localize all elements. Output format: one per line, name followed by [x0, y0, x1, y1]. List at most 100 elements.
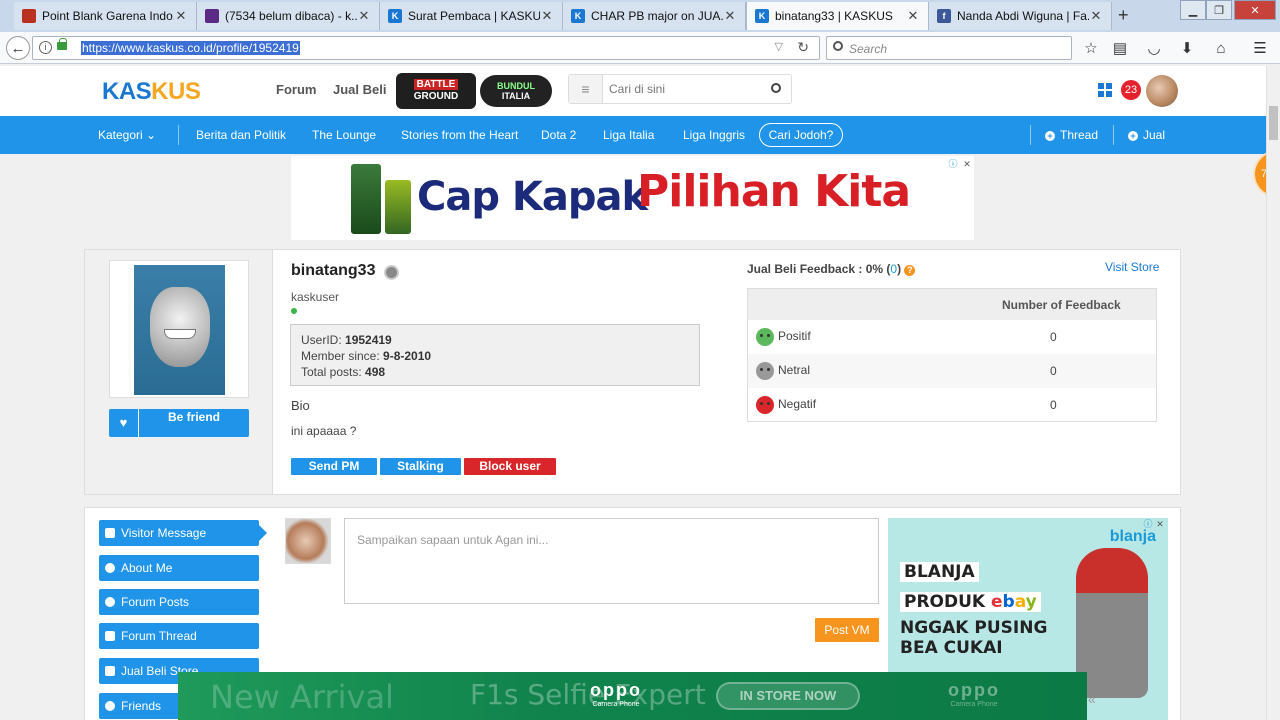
thread-label: Thread [1060, 128, 1099, 142]
adchoices-icon[interactable]: ⓘ [947, 158, 959, 170]
send-pm-button[interactable]: Send PM [291, 458, 377, 475]
ad-line-bea-cukai: BEA CUKAI [900, 638, 1003, 658]
feedback-label: Netral [778, 363, 811, 377]
collapse-ad-icon[interactable]: « [1088, 691, 1096, 707]
tab-title: binatang33 | KASKUS [775, 9, 893, 23]
close-tab-icon[interactable]: ✕ [540, 8, 554, 24]
close-window-icon[interactable]: ✕ [1234, 0, 1276, 20]
blanja-logo: blanja [1109, 528, 1156, 545]
pocket-icon[interactable]: ◡ [1145, 40, 1163, 58]
search-icon [833, 41, 843, 51]
browser-tab[interactable]: f Nanda Abdi Wiguna | Fa... ✕ [929, 2, 1112, 30]
download-icon[interactable]: ⬇ [1178, 40, 1196, 58]
sidebar-item-forum-posts[interactable]: Forum Posts [99, 589, 259, 615]
post-vm-button[interactable]: Post VM [815, 618, 879, 642]
feedback-row-positif: Positif 0 [748, 320, 1156, 354]
close-tab-icon[interactable]: ✕ [174, 8, 188, 24]
menu-hamburger-icon[interactable]: ☰ [1251, 40, 1269, 58]
feedback-row-netral: Netral 0 [748, 354, 1156, 388]
nav-link-liga-italia[interactable]: Liga Italia [603, 128, 654, 142]
tab-favicon-icon [205, 9, 219, 23]
browser-tab[interactable]: (7534 belum dibaca) - k... ✕ [197, 2, 380, 30]
search-placeholder: Search [849, 42, 888, 56]
userid-line: UserID: 1952419 [301, 332, 689, 348]
profile-photo-image [134, 265, 225, 395]
maximize-icon[interactable]: ❐ [1206, 0, 1232, 20]
userid-label: UserID: [301, 333, 342, 347]
feedback-table-header: Number of Feedback [748, 289, 1156, 320]
minimize-icon[interactable]: ▁ [1180, 0, 1206, 20]
sidebar-item-about-me[interactable]: About Me [99, 555, 259, 581]
battleground-badge[interactable]: BATTLE GROUND [396, 73, 476, 109]
dropdown-arrow-icon[interactable]: ▽ [775, 40, 783, 53]
online-indicator [291, 308, 297, 314]
address-bar[interactable]: i https://www.kaskus.co.id/profile/19524… [32, 36, 820, 60]
reload-icon[interactable]: ↻ [797, 39, 809, 56]
url-text[interactable]: https://www.kaskus.co.id/profile/1952419 [81, 41, 300, 55]
back-arrow-icon[interactable]: ← [6, 36, 30, 60]
home-icon[interactable]: ⌂ [1212, 40, 1230, 58]
visit-store-link[interactable]: Visit Store [1105, 260, 1159, 274]
tab-favicon-icon: K [755, 9, 769, 23]
in-store-now-button[interactable]: IN STORE NOW [716, 682, 860, 710]
total-posts-value: 498 [365, 365, 386, 379]
nav-link-lounge[interactable]: The Lounge [312, 128, 376, 142]
block-user-button[interactable]: Block user [464, 458, 556, 475]
chat-bubble-icon [105, 597, 115, 607]
visitor-avatar [285, 518, 331, 564]
search-icon[interactable] [771, 83, 781, 93]
lock-icon [57, 38, 67, 50]
nav-forum-link[interactable]: Forum [276, 82, 316, 97]
kategori-label: Kategori [98, 128, 143, 142]
site-search-input[interactable]: ≡ Cari di sini [568, 74, 792, 104]
create-thread-button[interactable]: + Thread [1045, 128, 1098, 142]
menu-icon[interactable]: ≡ [569, 75, 603, 103]
apps-grid-icon[interactable] [1098, 83, 1112, 97]
help-icon[interactable]: ? [904, 265, 916, 276]
sidebar-item-visitor-message[interactable]: Visitor Message [99, 520, 267, 546]
close-tab-icon[interactable]: ✕ [357, 8, 371, 24]
kategori-dropdown[interactable]: Kategori ⌄ [98, 128, 156, 142]
nav-link-liga-inggris[interactable]: Liga Inggris [683, 128, 745, 142]
sidebar-item-forum-thread[interactable]: Forum Thread [99, 623, 259, 649]
page-scrollbar[interactable] [1266, 66, 1280, 720]
close-tab-icon[interactable]: ✕ [1089, 8, 1103, 24]
user-avatar[interactable] [1146, 75, 1178, 107]
browser-tab[interactable]: K CHAR PB major on JUA... ✕ [563, 2, 746, 30]
reading-list-icon[interactable]: ▤ [1111, 40, 1129, 58]
visitor-message-textarea[interactable]: Sampaikan sapaan untuk Agan ini... [344, 518, 879, 604]
nav-link-berita[interactable]: Berita dan Politik [196, 128, 286, 142]
notification-badge[interactable]: 23 [1121, 80, 1141, 100]
bookmark-star-icon[interactable]: ☆ [1082, 40, 1100, 58]
tab-favicon-icon: f [937, 9, 951, 23]
create-jual-button[interactable]: + Jual [1128, 128, 1165, 142]
positive-face-icon [756, 328, 774, 346]
browser-search-field[interactable]: Search [826, 36, 1072, 60]
browser-tab-active[interactable]: K binatang33 | KASKUS ✕ [746, 2, 929, 30]
close-tab-icon[interactable]: ✕ [723, 8, 737, 24]
ad-new-arrival: New Arrival [210, 678, 394, 716]
scrollbar-thumb[interactable] [1269, 106, 1278, 140]
info-icon[interactable]: i [39, 41, 52, 54]
category-nav: Kategori ⌄ Berita dan Politik The Lounge… [0, 116, 1280, 154]
nav-jual-beli-link[interactable]: Jual Beli [333, 82, 386, 97]
close-ad-icon[interactable]: ✕ [961, 158, 973, 170]
top-banner-ad[interactable]: Cap Kapak Pilihan Kita ⓘ ✕ [291, 156, 974, 240]
feedback-title: Jual Beli Feedback : 0% (0) ? [747, 262, 916, 276]
new-tab-icon[interactable]: + [1118, 5, 1129, 26]
feedback-title-text: Jual Beli Feedback : 0% ( [747, 262, 891, 276]
stalking-button[interactable]: Stalking [380, 458, 461, 475]
be-friend-button[interactable]: ♥ Be friend [109, 409, 249, 437]
nav-link-stories[interactable]: Stories from the Heart [401, 128, 518, 142]
browser-tab[interactable]: K Surat Pembaca | KASKUS ✕ [380, 2, 563, 30]
kaskus-logo[interactable]: KASKUS [102, 78, 201, 106]
product-bottle-image [351, 164, 381, 234]
cari-jodoh-button[interactable]: Cari Jodoh? [759, 123, 843, 147]
web-page: KASKUS Forum Jual Beli BATTLE GROUND BUND… [0, 66, 1280, 720]
close-tab-icon[interactable]: ✕ [906, 8, 920, 24]
nav-link-dota[interactable]: Dota 2 [541, 128, 576, 142]
bottom-sticky-ad[interactable]: New Arrival F1s Selfie Expert oppo Camera… [178, 672, 1087, 720]
badge-bundul-text: BUNDUL [497, 81, 535, 91]
bundul-italia-badge[interactable]: BUNDUL ITALIA [480, 75, 552, 107]
browser-tab[interactable]: Point Blank Garena Indo... ✕ [14, 2, 197, 30]
